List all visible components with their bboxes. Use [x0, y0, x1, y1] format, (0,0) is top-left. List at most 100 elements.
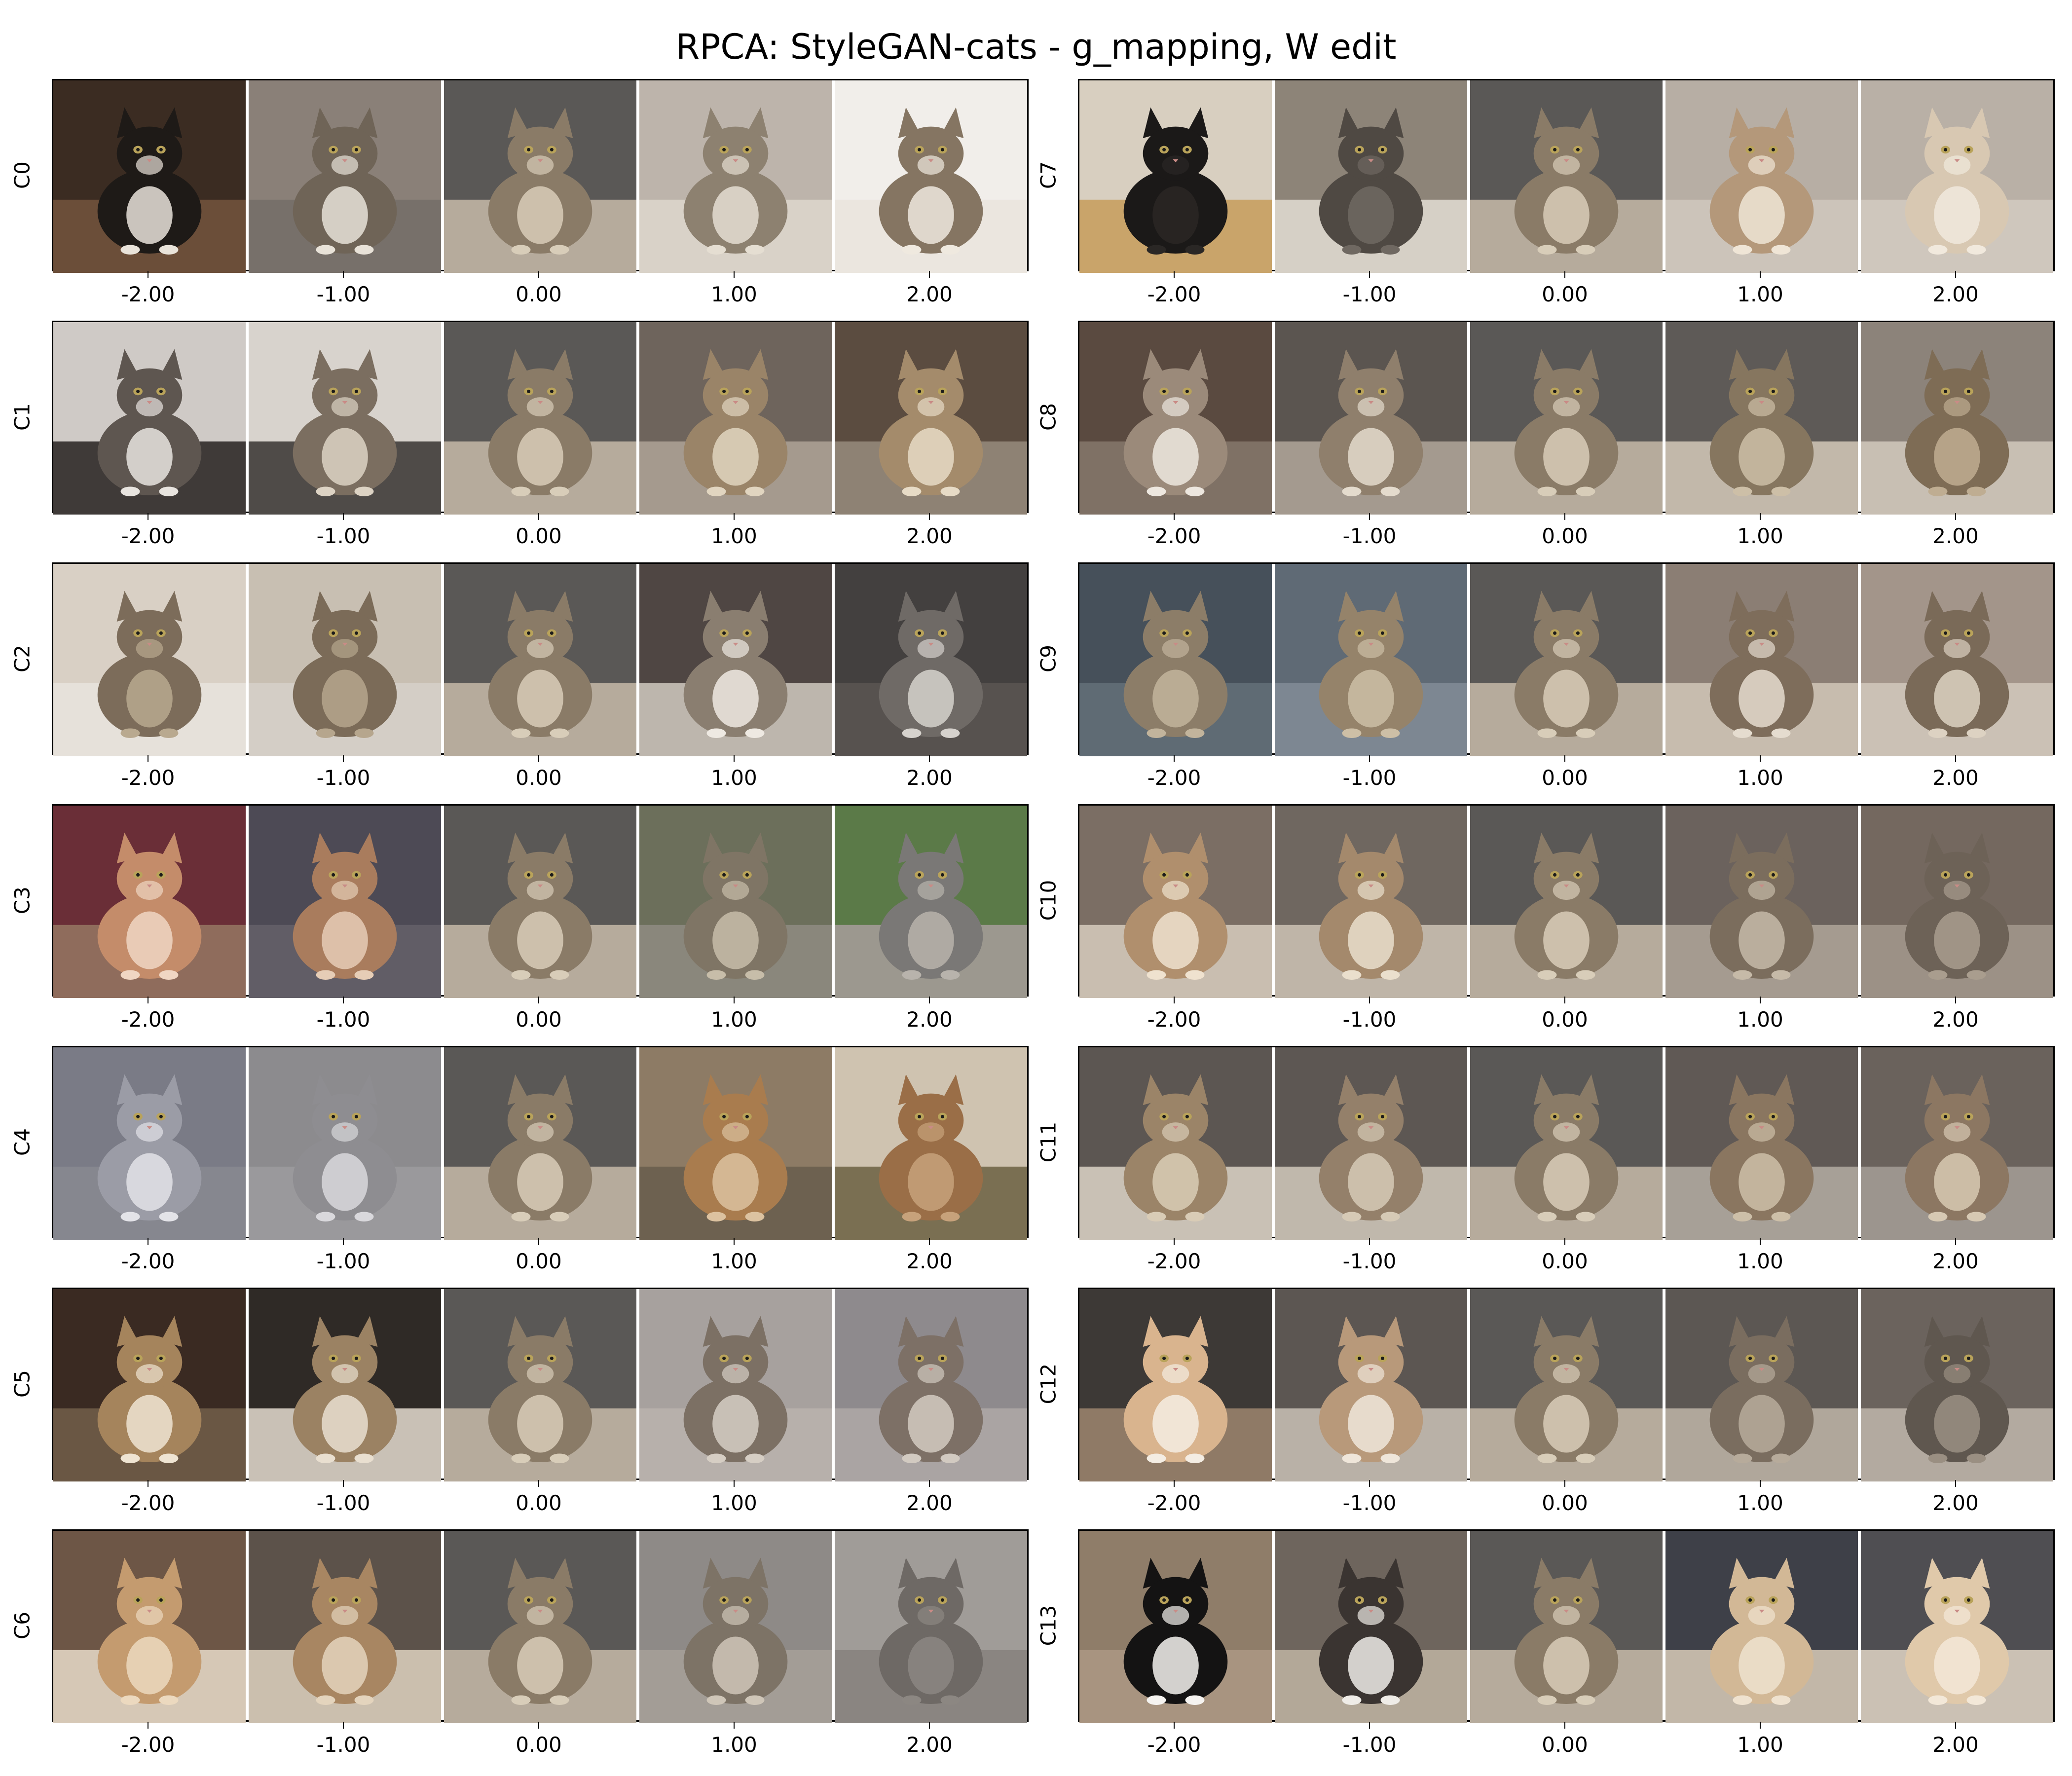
x-tick	[1955, 755, 1956, 762]
x-tick	[343, 1238, 344, 1245]
cat-image	[53, 564, 246, 756]
x-tick	[1369, 1480, 1370, 1487]
x-tick-label: 2.00	[1932, 766, 1979, 790]
panel-c7: C7 -2.00 -1.00 0.00 1.00 2.00	[1036, 79, 2055, 306]
x-tick	[1174, 271, 1175, 278]
cat-image	[1861, 1531, 2053, 1723]
x-tick-label: -1.00	[316, 1007, 370, 1032]
cat-image	[249, 1047, 441, 1240]
row-label-text: C9	[1036, 644, 1061, 673]
cat-image	[53, 806, 246, 998]
x-tick-label: 1.00	[711, 1007, 757, 1032]
x-tick-label: 2.00	[906, 1249, 953, 1273]
x-tick-label: 0.00	[516, 1733, 562, 1757]
cat-image	[444, 80, 636, 273]
x-tick	[1564, 1722, 1565, 1729]
panel-c10: C10 -2.00 -1.00 0.00 1.00 2.00	[1036, 804, 2055, 1032]
x-tick-label: 0.00	[1542, 1491, 1588, 1515]
x-tick	[734, 1480, 735, 1487]
x-tick-label: -2.00	[121, 766, 175, 790]
x-tick-label: 0.00	[1542, 524, 1588, 548]
x-tick	[1369, 997, 1370, 1003]
cat-image	[249, 564, 441, 756]
x-tick	[1174, 1480, 1175, 1487]
image-strip-frame	[1078, 1046, 2055, 1240]
x-tick	[1564, 1480, 1565, 1487]
cat-image	[444, 806, 636, 998]
x-tick	[1760, 271, 1761, 278]
cat-image	[639, 322, 832, 515]
x-tick-label: 0.00	[516, 1249, 562, 1273]
cat-image	[1665, 564, 1858, 756]
x-tick	[1955, 1238, 1956, 1245]
x-tick	[1760, 1480, 1761, 1487]
x-tick-label: -2.00	[121, 1491, 175, 1515]
x-tick-label: -2.00	[1147, 282, 1201, 306]
x-tick	[1369, 271, 1370, 278]
x-tick	[1760, 997, 1761, 1003]
x-tick-label: 1.00	[1737, 766, 1783, 790]
cat-image	[249, 322, 441, 515]
cat-image	[1275, 1531, 1467, 1723]
x-tick-label: -1.00	[1342, 1007, 1397, 1032]
cat-image	[835, 1289, 1027, 1481]
image-strip-frame	[52, 562, 1029, 756]
cat-image	[1275, 806, 1467, 998]
x-tick-label: 0.00	[516, 524, 562, 548]
x-tick	[929, 1238, 930, 1245]
panel-c0: C0 -2.00 -1.00 0.00 1.00 2.00	[10, 79, 1029, 306]
x-tick-label: 2.00	[906, 524, 953, 548]
cat-image	[1470, 806, 1663, 998]
image-strip-frame	[1078, 804, 2055, 998]
x-tick-label: -2.00	[1147, 1491, 1201, 1515]
x-tick	[1564, 513, 1565, 520]
cat-image	[53, 1289, 246, 1481]
cat-image	[835, 806, 1027, 998]
x-tick-label: -2.00	[121, 282, 175, 306]
cat-image	[1079, 1531, 1272, 1723]
x-tick-label: 1.00	[711, 1491, 757, 1515]
x-tick-label: 2.00	[1932, 524, 1979, 548]
x-tick	[1955, 513, 1956, 520]
x-tick	[1174, 755, 1175, 762]
cat-image	[1079, 564, 1272, 756]
x-tick-label: 0.00	[516, 1007, 562, 1032]
figure-title: RPCA: StyleGAN-cats - g_mapping, W edit	[675, 27, 1397, 67]
row-label-text: C5	[10, 1369, 35, 1398]
cat-image	[1079, 1047, 1272, 1240]
x-tick-label: -2.00	[1147, 1249, 1201, 1273]
x-tick-label: 2.00	[1932, 1733, 1979, 1757]
x-tick-label: 2.00	[906, 1491, 953, 1515]
cat-image	[249, 806, 441, 998]
row-label-text: C10	[1036, 880, 1061, 921]
cat-image	[249, 1531, 441, 1723]
image-strip-frame	[52, 1288, 1029, 1481]
x-tick	[734, 997, 735, 1003]
x-tick-label: -2.00	[121, 1249, 175, 1273]
cat-image	[1079, 806, 1272, 998]
cat-image	[1079, 1289, 1272, 1481]
x-tick	[1955, 271, 1956, 278]
x-tick	[734, 1238, 735, 1245]
panel-c9: C9 -2.00 -1.00 0.00 1.00 2.00	[1036, 562, 2055, 790]
x-tick-label: 1.00	[711, 524, 757, 548]
x-tick	[1760, 1722, 1761, 1729]
panel-c13: C13 -2.00 -1.00 0.00 1.00 2.00	[1036, 1529, 2055, 1757]
row-label-text: C6	[10, 1611, 35, 1640]
cat-image	[1470, 564, 1663, 756]
cat-image	[444, 1289, 636, 1481]
cat-image	[444, 564, 636, 756]
cat-image	[444, 1531, 636, 1723]
x-tick	[1760, 1238, 1761, 1245]
x-tick-label: -1.00	[316, 1733, 370, 1757]
x-tick	[1174, 1238, 1175, 1245]
cat-image	[1665, 1289, 1858, 1481]
cat-image	[1665, 1047, 1858, 1240]
x-tick	[1955, 1480, 1956, 1487]
panel-c8: C8 -2.00 -1.00 0.00 1.00 2.00	[1036, 321, 2055, 548]
x-tick-label: 1.00	[711, 766, 757, 790]
cat-image	[1470, 80, 1663, 273]
x-tick-label: 0.00	[1542, 1007, 1588, 1032]
x-tick	[1564, 755, 1565, 762]
cat-image	[1665, 1531, 1858, 1723]
